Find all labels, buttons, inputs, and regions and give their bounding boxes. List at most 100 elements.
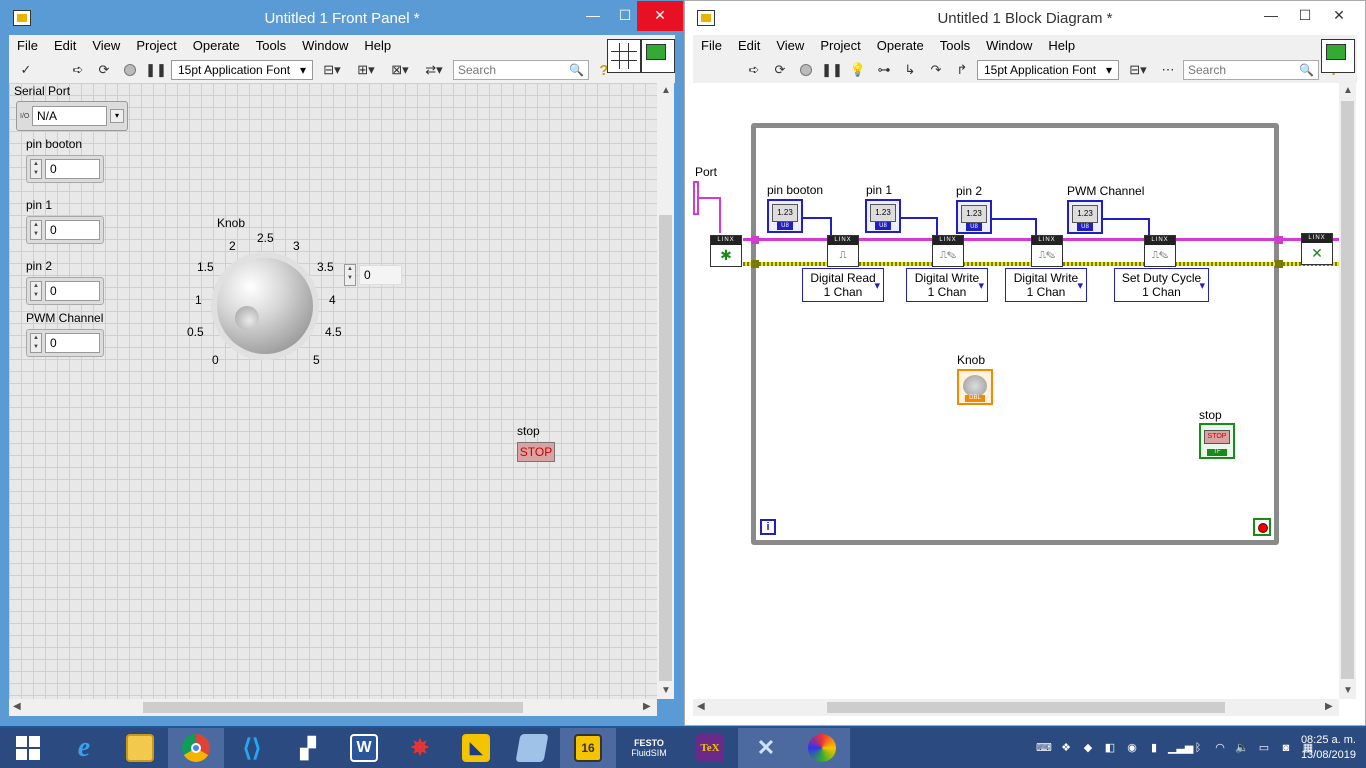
knob-digital-display[interactable]: ▲ ▼ 0	[341, 263, 405, 287]
taskbar-word[interactable]: W	[336, 728, 392, 768]
linx-digital-write-node[interactable]: LINX ⎍✎	[1031, 235, 1063, 267]
knob-control[interactable]	[217, 258, 313, 354]
wifi-icon[interactable]: ◠	[1212, 740, 1228, 756]
menu-edit[interactable]: Edit	[730, 35, 768, 57]
menu-help[interactable]: Help	[356, 35, 399, 57]
menu-project[interactable]: Project	[128, 35, 184, 57]
scrollbar-thumb[interactable]	[827, 702, 1225, 713]
loop-tunnel[interactable]	[751, 260, 759, 268]
resize-objects-icon[interactable]: ⊠▾	[385, 60, 415, 80]
pin-1-terminal[interactable]: 1.23 U8	[865, 199, 901, 233]
scrollbar-thumb[interactable]	[143, 702, 523, 713]
font-select[interactable]: 15pt Application Font ▾	[977, 60, 1119, 80]
spinner-icon[interactable]: ▲ ▼	[30, 281, 42, 301]
front-panel-titlebar[interactable]: Untitled 1 Front Panel * — ☐ ✕	[1, 1, 683, 35]
connector-pane-icon[interactable]	[607, 39, 641, 73]
align-objects-icon[interactable]: ⊟▾	[317, 60, 347, 80]
taskbar-tex[interactable]: TeX	[682, 728, 738, 768]
taskbar-file-explorer[interactable]	[112, 728, 168, 768]
linx-digital-write-node[interactable]: LINX ⎍✎	[932, 235, 964, 267]
pin-2-label[interactable]: pin 2	[26, 259, 52, 273]
knob-value[interactable]: 0	[359, 265, 402, 285]
taskbar-vscode[interactable]: ⟨⟩	[224, 728, 280, 768]
block-diagram-titlebar[interactable]: Untitled 1 Block Diagram * — ☐ ✕	[685, 1, 1365, 35]
step-over-icon[interactable]: ↷	[925, 60, 947, 80]
poly-selector-digital-write[interactable]: Digital Write 1 Chan	[906, 268, 988, 302]
loop-tunnel[interactable]	[751, 236, 759, 244]
vertical-scrollbar[interactable]: ▲ ▼	[657, 83, 674, 699]
linx-open-node[interactable]: LINX ✱	[710, 235, 742, 267]
menu-view[interactable]: View	[84, 35, 128, 57]
horizontal-scrollbar[interactable]: ◀ ▶	[9, 699, 657, 716]
linx-close-node[interactable]: LINX ✕	[1301, 233, 1333, 265]
serial-port-control[interactable]: I/O N/A ▾	[16, 101, 128, 131]
bluetooth-icon[interactable]: ᛒ	[1190, 740, 1206, 756]
step-out-icon[interactable]: ↱	[951, 60, 973, 80]
stop-terminal[interactable]: STOP TF	[1199, 423, 1235, 459]
loop-tunnel[interactable]	[1275, 260, 1283, 268]
linx-pwm-node[interactable]: LINX ⎍✎	[1144, 235, 1176, 267]
reorder-icon[interactable]: ⇄▾	[419, 60, 449, 80]
pwm-channel-terminal[interactable]: 1.23 U8	[1067, 200, 1103, 234]
close-button[interactable]: ✕	[1323, 1, 1355, 31]
pin-booton-control[interactable]: ▲ ▼ 0	[26, 155, 104, 183]
menu-view[interactable]: View	[768, 35, 812, 57]
pin-2-control[interactable]: ▲ ▼ 0	[26, 277, 104, 305]
display-icon[interactable]: ▭	[1256, 740, 1272, 756]
spinner-icon[interactable]: ▲ ▼	[344, 264, 356, 286]
apply-check-icon[interactable]: ✓	[15, 60, 37, 80]
scrollbar-thumb[interactable]	[659, 215, 672, 681]
taskbar-x-app[interactable]: ✕	[738, 728, 794, 768]
menu-tools[interactable]: Tools	[932, 35, 978, 57]
scroll-left-icon[interactable]: ◀	[13, 701, 21, 712]
battery-icon[interactable]: ▮	[1146, 740, 1162, 756]
scroll-right-icon[interactable]: ▶	[643, 701, 651, 712]
iteration-terminal[interactable]: i	[760, 519, 776, 535]
block-diagram-canvas[interactable]: Port LINX ✱ LINX ✕ pin booton 1.23 U8 pi…	[693, 83, 1339, 699]
pin-1-control[interactable]: ▲ ▼ 0	[26, 216, 104, 244]
close-button[interactable]: ✕	[637, 1, 683, 31]
pin-2-terminal[interactable]: 1.23 U8	[956, 200, 992, 234]
maximize-button[interactable]: ☐	[1289, 1, 1321, 31]
while-loop[interactable]	[751, 123, 1279, 545]
menu-help[interactable]: Help	[1040, 35, 1083, 57]
scroll-up-icon[interactable]: ▲	[1343, 85, 1353, 96]
menu-window[interactable]: Window	[294, 35, 356, 57]
scroll-down-icon[interactable]: ▼	[1343, 685, 1353, 696]
front-panel-window[interactable]: Untitled 1 Front Panel * — ☐ ✕ File Edit…	[0, 0, 684, 726]
keyboard-icon[interactable]: ⌨	[1036, 740, 1052, 756]
tray-app-icon[interactable]: ◧	[1102, 740, 1118, 756]
block-diagram-window[interactable]: Untitled 1 Block Diagram * — ☐ ✕ File Ed…	[684, 0, 1366, 726]
pwm-channel-control[interactable]: ▲ ▼ 0	[26, 329, 104, 357]
camera-icon[interactable]: ◙	[1278, 740, 1294, 756]
tray-app-icon[interactable]: ◉	[1124, 740, 1140, 756]
pwm-channel-value[interactable]: 0	[45, 333, 100, 353]
menu-project[interactable]: Project	[812, 35, 868, 57]
clean-up-diagram-icon[interactable]: ⋯	[1157, 60, 1179, 80]
menu-file[interactable]: File	[9, 35, 46, 57]
stop-button[interactable]: STOP	[517, 442, 555, 462]
highlight-execution-icon[interactable]: 💡	[847, 60, 869, 80]
retain-wire-values-icon[interactable]: ⊶	[873, 60, 895, 80]
front-panel-canvas[interactable]: Serial Port I/O N/A ▾ pin booton ▲ ▼ 0 pi…	[9, 83, 657, 699]
pause-icon[interactable]: ❚❚	[821, 60, 843, 80]
scroll-up-icon[interactable]: ▲	[661, 85, 671, 96]
linx-digital-read-node[interactable]: LINX ⎍	[827, 235, 859, 267]
taskbar-labview[interactable]: 16	[560, 728, 616, 768]
pin-booton-value[interactable]: 0	[45, 159, 100, 179]
menu-file[interactable]: File	[693, 35, 730, 57]
start-button[interactable]	[0, 728, 56, 768]
font-select[interactable]: 15pt Application Font ▾	[171, 60, 313, 80]
spinner-icon[interactable]: ▲ ▼	[30, 220, 42, 240]
minimize-button[interactable]: —	[1255, 1, 1287, 31]
pause-icon[interactable]: ❚❚	[145, 60, 167, 80]
minimize-button[interactable]: —	[577, 1, 609, 31]
abort-icon[interactable]	[119, 60, 141, 80]
abort-icon[interactable]	[795, 60, 817, 80]
taskbar-festo-fluidsim[interactable]: FESTO FluidSIM	[616, 728, 682, 768]
taskbar-notes[interactable]: ▗▘	[280, 728, 336, 768]
menu-window[interactable]: Window	[978, 35, 1040, 57]
pin-2-value[interactable]: 0	[45, 281, 100, 301]
loop-tunnel[interactable]	[1275, 236, 1283, 244]
scroll-right-icon[interactable]: ▶	[1325, 701, 1333, 712]
